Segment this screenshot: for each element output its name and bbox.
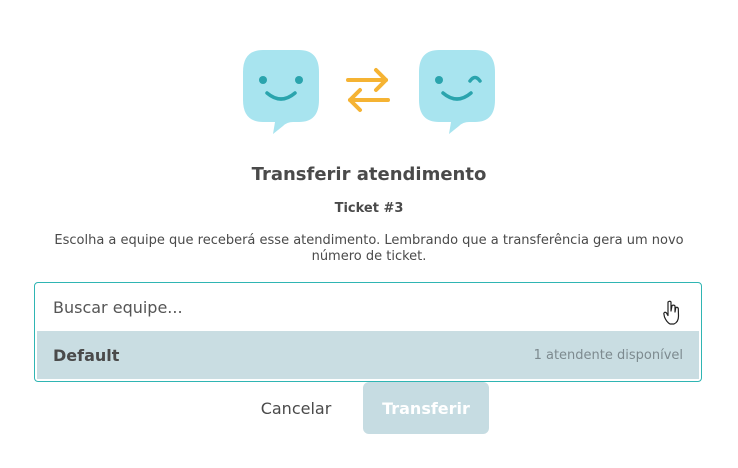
pointer-cursor-icon — [663, 300, 680, 325]
cancel-button[interactable]: Cancelar — [252, 392, 340, 424]
winking-chat-bubble-icon — [419, 50, 495, 134]
team-option-default[interactable]: Default 1 atendente disponível — [37, 331, 699, 379]
team-select[interactable]: Default 1 atendente disponível — [34, 282, 702, 382]
team-option-name: Default — [53, 345, 120, 365]
smiling-chat-bubble-icon — [243, 50, 319, 134]
transfer-illustration — [0, 0, 738, 140]
team-option-availability: 1 atendente disponível — [533, 347, 683, 363]
modal-description: Escolha a equipe que receberá esse atend… — [54, 233, 684, 264]
transfer-button[interactable]: Transferir — [363, 382, 489, 434]
swap-arrows-icon — [346, 68, 390, 112]
team-search-input[interactable] — [35, 283, 701, 331]
modal-title: Transferir atendimento — [251, 164, 487, 185]
ticket-number: Ticket #3 — [334, 201, 404, 216]
